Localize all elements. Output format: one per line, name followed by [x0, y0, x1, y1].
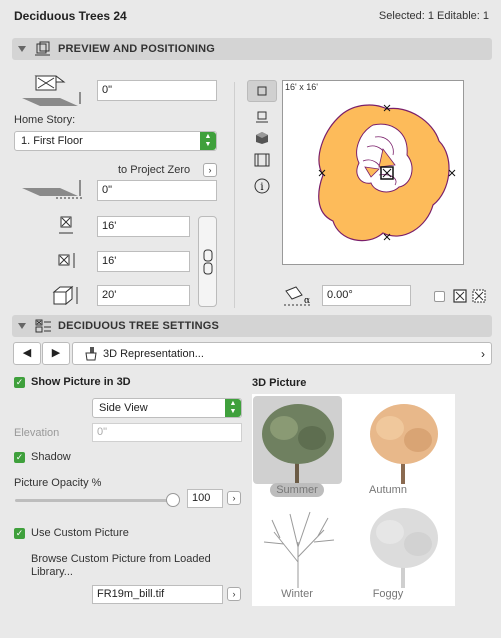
- custom-picture-checkbox[interactable]: ✓: [14, 528, 25, 539]
- elevation-to-story-icon: [22, 75, 81, 106]
- settings-list-icon: [35, 319, 51, 333]
- foggy-tree-thumbnail[interactable]: [360, 502, 448, 590]
- tree-option-label[interactable]: Autumn: [353, 484, 423, 496]
- shadow-checkbox[interactable]: ✓: [14, 452, 25, 463]
- proportion-lock-button[interactable]: [198, 216, 217, 307]
- custom-picture-file-input[interactable]: FR19m_bill.tif: [92, 585, 223, 604]
- tree-option-label[interactable]: Winter: [262, 588, 332, 600]
- preview-positioning-icon: [35, 41, 50, 56]
- square-icon: [257, 86, 267, 96]
- film-strip-icon[interactable]: [254, 153, 270, 167]
- collapse-triangle-icon[interactable]: [18, 46, 26, 52]
- page-selector-label: 3D Representation...: [103, 347, 204, 360]
- opacity-input[interactable]: 100: [187, 489, 223, 508]
- mirror-y-icon[interactable]: [472, 289, 487, 304]
- picture-3d-gallery: Summer Autumn Winter Foggy: [252, 394, 455, 606]
- elevation-label: Elevation: [14, 427, 60, 439]
- svg-text:i: i: [260, 182, 263, 193]
- project-zero-icon: [22, 180, 82, 199]
- browse-label-line1: Browse Custom Picture from Loaded: [31, 553, 211, 565]
- 3d-view-icon[interactable]: [255, 131, 269, 145]
- section-title-settings: DECIDUOUS TREE SETTINGS: [58, 320, 220, 332]
- svg-text:α: α: [304, 296, 310, 306]
- to-project-zero-button[interactable]: ›: [203, 163, 217, 177]
- autumn-tree-thumbnail[interactable]: [360, 398, 448, 486]
- home-story-label: Home Story:: [14, 114, 76, 126]
- tree-plan-symbol: [318, 104, 456, 242]
- section-view-icon[interactable]: [255, 110, 269, 124]
- view-select[interactable]: Side View ▲ ▼: [92, 398, 242, 418]
- opacity-slider-track[interactable]: [15, 499, 175, 502]
- plan-view-button[interactable]: [247, 80, 277, 102]
- triangle-right-icon: ▶: [51, 347, 61, 359]
- shadow-label: Shadow: [31, 451, 71, 463]
- view-select-value: Side View: [99, 402, 148, 414]
- rotation-angle-icon: α: [284, 286, 310, 306]
- home-story-value: 1. First Floor: [21, 135, 83, 147]
- chevron-right-icon: ›: [232, 493, 236, 503]
- chain-link-icon: [203, 249, 213, 275]
- opacity-label: Picture Opacity %: [14, 477, 102, 489]
- elevation-input[interactable]: 0": [97, 80, 217, 101]
- height-input[interactable]: 20': [97, 285, 190, 306]
- picture-3d-title: 3D Picture: [252, 377, 307, 389]
- collapse-triangle-icon[interactable]: [18, 323, 26, 329]
- plan-preview-window[interactable]: 16' x 16': [282, 80, 464, 265]
- show-picture-label: Show Picture in 3D: [31, 376, 131, 388]
- width-x-input[interactable]: 16': [97, 216, 190, 237]
- triangle-left-icon: ◀: [22, 347, 32, 359]
- width-y-input[interactable]: 16': [97, 251, 190, 272]
- browse-label-line2: Library...: [31, 566, 73, 578]
- browse-button[interactable]: ›: [227, 587, 241, 601]
- chevron-right-icon: ›: [208, 165, 212, 175]
- next-page-button[interactable]: ▶: [42, 342, 70, 365]
- info-icon[interactable]: i: [254, 178, 270, 194]
- height-icon: [52, 285, 78, 306]
- to-project-zero-label: to Project Zero: [118, 164, 191, 176]
- opacity-slider-handle[interactable]: [166, 493, 180, 507]
- custom-picture-label: Use Custom Picture: [31, 527, 129, 539]
- page-selector[interactable]: 3D Representation... ›: [72, 342, 492, 365]
- tree-option-label[interactable]: Foggy: [353, 588, 423, 600]
- mirror-checkbox[interactable]: [434, 291, 445, 302]
- chevron-updown-icon[interactable]: ▲ ▼: [225, 399, 241, 417]
- summer-tree-thumbnail[interactable]: [254, 398, 342, 486]
- section-header-settings[interactable]: DECIDUOUS TREE SETTINGS: [12, 315, 492, 337]
- winter-tree-thumbnail[interactable]: [254, 502, 342, 590]
- width-x-icon: [59, 216, 73, 234]
- chevron-right-icon: ›: [232, 589, 236, 599]
- elevation-field[interactable]: 0": [92, 423, 242, 442]
- home-story-select[interactable]: 1. First Floor ▲ ▼: [14, 131, 217, 151]
- show-picture-checkbox[interactable]: ✓: [14, 377, 25, 388]
- chevron-updown-icon[interactable]: ▲ ▼: [200, 132, 216, 150]
- brush-icon: [85, 346, 97, 360]
- section-title-preview: PREVIEW AND POSITIONING: [58, 43, 215, 55]
- panel-divider: [234, 82, 235, 308]
- window-title: Deciduous Trees 24: [14, 9, 127, 23]
- project-zero-input[interactable]: 0": [97, 180, 217, 201]
- tree-option-label[interactable]: Summer: [262, 484, 332, 496]
- rotation-angle-input[interactable]: 0.00°: [322, 285, 411, 306]
- chevron-right-icon: ›: [481, 346, 485, 361]
- selection-info: Selected: 1 Editable: 1: [378, 10, 489, 22]
- previous-page-button[interactable]: ◀: [13, 342, 41, 365]
- mirror-x-icon[interactable]: [453, 289, 468, 304]
- width-y-icon: [58, 253, 75, 268]
- opacity-apply-button[interactable]: ›: [227, 491, 241, 505]
- section-header-preview[interactable]: PREVIEW AND POSITIONING: [12, 38, 492, 60]
